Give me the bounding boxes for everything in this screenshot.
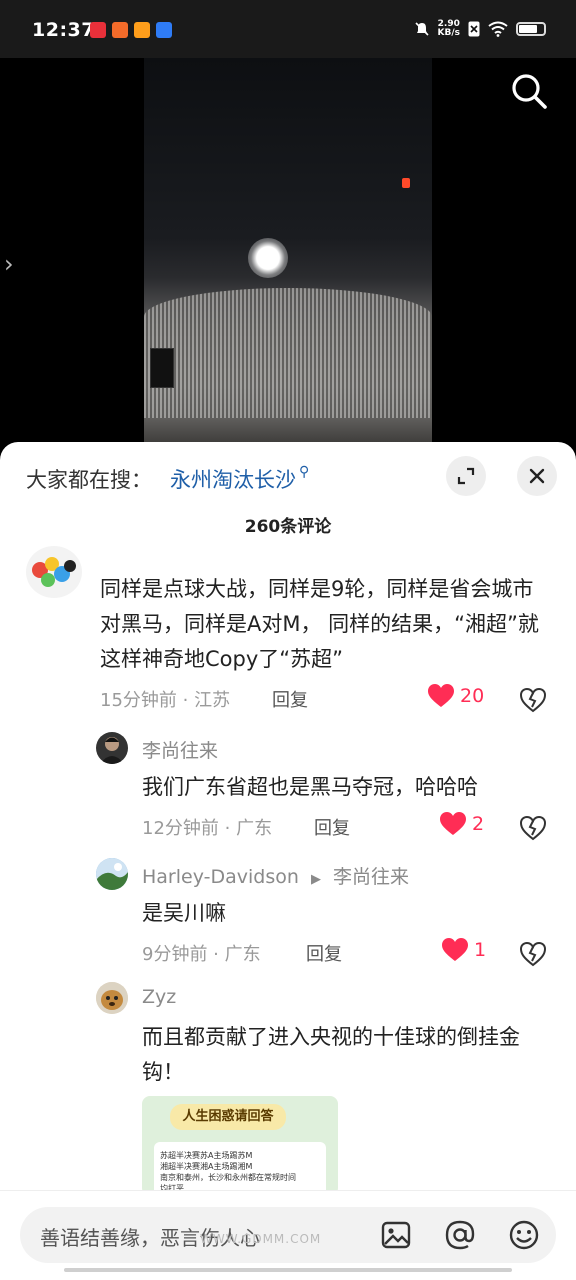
- avatar-image: [100, 737, 124, 764]
- home-indicator[interactable]: [64, 1268, 512, 1272]
- app-notification-icon: [134, 22, 150, 38]
- reply-time-location: 9分钟前 · 广东: [142, 944, 261, 965]
- reply-image-line: 南京和泰州，长沙和永州都在常规时间: [160, 1173, 296, 1182]
- like-button[interactable]: 20: [428, 684, 484, 708]
- status-time: 12:37: [32, 19, 95, 41]
- comment-sheet: 大家都在搜： 永州淘汰长沙 ⚲ 260条评论 同样是点球大战，同样是9轮，同样是…: [0, 442, 576, 1280]
- reply-text: 而且都贡献了进入央视的十佳球的倒挂金钩！: [142, 1025, 520, 1084]
- net-speed-unit: KB/s: [437, 28, 460, 38]
- reply-image-line: 湘超半决赛湘A主场踢湘M: [160, 1162, 253, 1171]
- avatar-image: [96, 858, 128, 890]
- video-scoreboard: [150, 348, 174, 388]
- reply-text: 我们广东省超也是黑马夺冠，哈哈哈: [142, 775, 478, 799]
- broken-heart-icon[interactable]: [519, 814, 547, 842]
- comment-text: 同样是点球大战，同样是9轮，同样是省会城市对黑马，同样是A对M， 同样的结果，“…: [100, 577, 539, 671]
- video-crowd: [144, 288, 432, 418]
- like-count: 2: [472, 813, 485, 835]
- search-small-icon: ⚲: [299, 464, 310, 480]
- comment-sheet-header: 大家都在搜： 永州淘汰长沙 ⚲ 260条评论: [0, 442, 576, 542]
- like-count: 1: [474, 939, 487, 961]
- reply-username[interactable]: Zyz: [142, 986, 176, 1008]
- reply-time-location: 12分钟前 · 广东: [142, 818, 273, 839]
- comment-list[interactable]: 同样是点球大战，同样是9轮，同样是省会城市对黑马，同样是A对M， 同样的结果，“…: [0, 546, 576, 1192]
- expand-button[interactable]: [446, 456, 486, 496]
- reply-image-line: 苏超半决赛苏A主场踢苏M: [160, 1151, 253, 1160]
- battery-icon: [516, 22, 546, 36]
- video-area[interactable]: ›: [0, 58, 576, 458]
- avatar[interactable]: [96, 858, 128, 890]
- reply-username-text[interactable]: Harley-Davidson: [142, 866, 299, 888]
- video-red-light: [402, 178, 410, 188]
- net-speed: 2.90 KB/s: [438, 20, 460, 38]
- reply-username[interactable]: Harley-Davidson ▶ 李尚往来: [142, 862, 409, 889]
- reply-username[interactable]: 李尚往来: [142, 736, 218, 763]
- reply-image-title: 人生困惑请回答: [170, 1104, 286, 1130]
- hot-search-label: 大家都在搜：: [26, 468, 152, 492]
- search-icon[interactable]: [508, 70, 550, 112]
- avatar[interactable]: [96, 982, 128, 1014]
- broken-heart-icon[interactable]: [519, 940, 547, 968]
- heart-filled-icon: [442, 938, 468, 961]
- mute-icon: [414, 22, 429, 36]
- app-notification-icon: [90, 22, 106, 38]
- notification-icons: [90, 22, 172, 38]
- expand-icon: [457, 467, 475, 485]
- video-frame[interactable]: [144, 58, 432, 458]
- comment-time-location: 15分钟前 · 江苏: [100, 690, 231, 711]
- watermark: WWW.GDMM.COM: [200, 1232, 322, 1246]
- reply-image[interactable]: 人生困惑请回答 苏超半决赛苏A主场踢苏M 湘超半决赛湘A主场踢湘M 南京和泰州，…: [142, 1096, 338, 1192]
- like-button[interactable]: 1: [442, 938, 486, 962]
- broken-heart-icon[interactable]: [519, 686, 547, 714]
- video-floodlight: [248, 238, 288, 278]
- avatar-image: [32, 557, 76, 587]
- close-icon: [529, 468, 545, 484]
- sim-icon: [468, 21, 480, 37]
- wifi-icon: [488, 21, 508, 37]
- app-notification-icon: [156, 22, 172, 38]
- avatar[interactable]: [96, 732, 128, 764]
- reply-button[interactable]: 回复: [272, 686, 308, 712]
- reply-button[interactable]: 回复: [306, 940, 342, 966]
- reply-text: 是吴川嘛: [142, 901, 226, 925]
- heart-filled-icon: [428, 684, 454, 707]
- reply-arrow-icon: ▶: [310, 872, 321, 887]
- like-button[interactable]: 2: [440, 812, 484, 836]
- hot-search-keyword[interactable]: 永州淘汰长沙 ⚲: [170, 464, 309, 494]
- image-picker-icon[interactable]: [380, 1219, 412, 1251]
- reply-to-username[interactable]: 李尚往来: [333, 866, 409, 888]
- heart-filled-icon: [440, 812, 466, 835]
- app-notification-icon: [112, 22, 128, 38]
- avatar[interactable]: [26, 546, 82, 598]
- status-bar: 12:37 2.90 KB/s: [0, 0, 576, 58]
- comment-count-title: 260条评论: [244, 517, 332, 537]
- mention-icon[interactable]: [444, 1219, 476, 1251]
- avatar-image: [96, 982, 128, 1014]
- like-count: 20: [460, 685, 485, 707]
- screen: 12:37 2.90 KB/s › 大家都在搜： 永州淘汰长沙 ⚲ 260条评论…: [0, 0, 576, 1280]
- close-button[interactable]: [517, 456, 557, 496]
- hot-search-keyword-text[interactable]: 永州淘汰长沙: [170, 468, 296, 492]
- emoji-icon[interactable]: [508, 1219, 540, 1251]
- reply-image-card: 苏超半决赛苏A主场踢苏M 湘超半决赛湘A主场踢湘M 南京和泰州，长沙和永州都在常…: [154, 1142, 326, 1192]
- reply-button[interactable]: 回复: [314, 814, 350, 840]
- chevron-left-icon[interactable]: ›: [4, 250, 14, 278]
- status-right: 2.90 KB/s: [414, 20, 546, 38]
